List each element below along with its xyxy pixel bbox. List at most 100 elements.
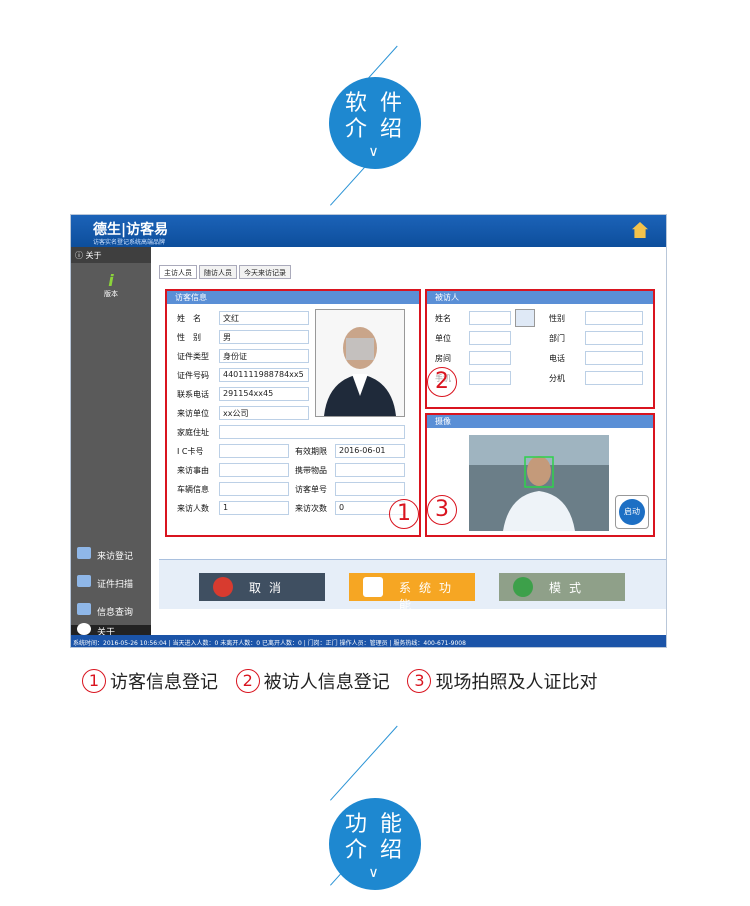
host-field-label: 姓名 — [435, 314, 451, 323]
cancel-label: 取消 — [249, 581, 290, 595]
host-field-input[interactable] — [585, 331, 643, 345]
info-circle-icon — [77, 623, 91, 635]
field-label: 姓 名 — [177, 314, 201, 323]
field-label: 携带物品 — [295, 466, 327, 475]
action-bar: 取消 系统功能 模式 — [159, 559, 666, 612]
host-field-input[interactable] — [469, 331, 511, 345]
caption-number: 2 — [235, 669, 260, 693]
app-window: 德生|访客易 访客实名登记系统高端品牌 ⓘ 关于 i 版本 来访登记 证件扫描 … — [70, 214, 667, 648]
start-camera-label: 启动 — [619, 499, 645, 525]
host-field-input[interactable] — [469, 351, 511, 365]
field-label: I C卡号 — [177, 447, 204, 456]
start-camera-button[interactable]: 启动 — [615, 495, 649, 529]
field-label: 有效期限 — [295, 447, 327, 456]
field-input[interactable]: 1 — [219, 501, 289, 515]
field-input[interactable]: xx公司 — [219, 406, 309, 420]
host-field-input[interactable] — [585, 311, 643, 325]
panel-title: 摄像 — [427, 415, 653, 428]
camera-panel: 摄像 启动 — [425, 413, 655, 537]
field-input[interactable]: 2016-06-01 — [335, 444, 405, 458]
title-bar: 德生|访客易 访客实名登记系统高端品牌 — [71, 215, 666, 247]
tab-today-records[interactable]: 今天来访记录 — [239, 265, 291, 279]
field-input[interactable] — [219, 463, 289, 477]
id-card-icon — [77, 575, 91, 587]
sidebar-item-scan[interactable]: 证件扫描 — [71, 569, 151, 595]
field-label: 车辆信息 — [177, 485, 209, 494]
visitor-info-panel: 访客信息 姓 名 文红性 别 男证件类型 身份证证件号码 4401111988784xx… — [165, 289, 421, 537]
marker-2: 2 — [427, 367, 457, 397]
host-field-input[interactable] — [585, 371, 643, 385]
field-input[interactable] — [335, 463, 405, 477]
decor-line — [330, 725, 398, 801]
list-icon — [77, 603, 91, 615]
host-info-panel: 被访人 姓名单位房间手机性别部门电话分机 — [425, 289, 655, 409]
field-input[interactable]: 文红 — [219, 311, 309, 325]
field-input[interactable]: 291154xx45 — [219, 387, 309, 401]
marker-1: 1 — [389, 499, 419, 529]
tab-bar: 主访人员 随访人员 今天来访记录 — [159, 265, 291, 279]
badge-line2: 介 绍 — [345, 838, 405, 863]
badge-line1: 软 件 — [345, 91, 405, 116]
field-input[interactable]: 身份证 — [219, 349, 309, 363]
badge-line1: 功 能 — [345, 812, 405, 837]
field-label: 来访人数 — [177, 504, 209, 513]
system-function-label: 系统功能 — [399, 581, 460, 612]
field-input[interactable]: 男 — [219, 330, 309, 344]
sidebar-item-about[interactable]: 关于 — [71, 623, 151, 638]
status-bar: 系统时间：2016-05-26 10:56:04 | 当天进入人数：0 未离开人… — [71, 635, 666, 647]
host-field-label: 房间 — [435, 354, 451, 363]
badge-line2: 介 绍 — [345, 117, 405, 142]
chevron-down-icon: ∨ — [368, 865, 382, 881]
host-field-input[interactable] — [469, 311, 511, 325]
mode-label: 模式 — [549, 581, 590, 595]
field-input[interactable] — [219, 444, 289, 458]
host-field-input[interactable] — [585, 351, 643, 365]
version-label: 版本 — [104, 290, 118, 298]
field-input[interactable]: 4401111988784xx5 — [219, 368, 309, 382]
close-icon — [213, 577, 233, 597]
cancel-button[interactable]: 取消 — [199, 573, 325, 601]
host-field-label: 单位 — [435, 334, 451, 343]
mode-icon — [513, 577, 533, 597]
sidebar-item-label: 证件扫描 — [97, 580, 134, 590]
sidebar-item-query[interactable]: 信息查询 — [71, 597, 151, 623]
main-content: 主访人员 随访人员 今天来访记录 访客信息 姓 名 文红性 别 男证件类型 身份证证件… — [151, 247, 666, 635]
home-icon[interactable] — [632, 222, 648, 238]
sidebar-header-label: 关于 — [85, 251, 102, 260]
person-photo-icon — [316, 310, 404, 416]
sidebar-item-label: 信息查询 — [97, 608, 134, 618]
host-field-label: 部门 — [549, 334, 565, 343]
sidebar-item-register[interactable]: 来访登记 — [71, 541, 151, 567]
tab-companions[interactable]: 随访人员 — [199, 265, 237, 279]
camera-person-icon — [469, 435, 609, 531]
host-field-label: 性别 — [549, 314, 565, 323]
sidebar-header[interactable]: ⓘ 关于 — [71, 247, 151, 263]
mode-button[interactable]: 模式 — [499, 573, 625, 601]
panel-title: 被访人 — [427, 291, 653, 304]
field-label: 来访单位 — [177, 409, 209, 418]
field-label: 证件类型 — [177, 352, 209, 361]
home-icon — [363, 577, 383, 597]
host-field-label: 电话 — [549, 354, 565, 363]
field-label: 访客单号 — [295, 485, 327, 494]
register-icon — [77, 547, 91, 559]
field-label: 性 别 — [177, 333, 201, 342]
field-label: 来访次数 — [295, 504, 327, 513]
field-label: 来访事由 — [177, 466, 209, 475]
field-input[interactable] — [219, 425, 405, 439]
field-input[interactable] — [335, 482, 405, 496]
select-host-icon[interactable] — [515, 309, 535, 327]
marker-3: 3 — [427, 495, 457, 525]
system-function-button[interactable]: 系统功能 — [349, 573, 475, 612]
panel-title: 访客信息 — [167, 291, 419, 304]
sidebar-item-label: 来访登记 — [97, 552, 134, 562]
caption-number: 1 — [82, 669, 106, 693]
sidebar: ⓘ 关于 i 版本 来访登记 证件扫描 信息查询 关于 — [71, 247, 151, 638]
tab-main-visitor[interactable]: 主访人员 — [159, 265, 197, 279]
host-field-label: 分机 — [549, 374, 565, 383]
field-input[interactable] — [219, 482, 289, 496]
caption-text: 现场拍照及人证比对 — [435, 672, 598, 693]
feature-captions: 1 访客信息登记 2 被访人信息登记 3 现场拍照及人证比对 — [82, 668, 609, 694]
host-field-input[interactable] — [469, 371, 511, 385]
field-label: 证件号码 — [177, 371, 209, 380]
